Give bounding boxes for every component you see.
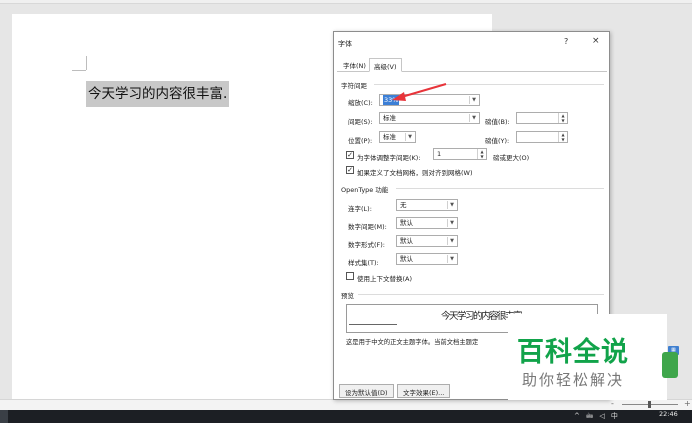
assistant-badge-icon[interactable] — [662, 352, 678, 378]
tab-advanced[interactable]: 高级(V) — [369, 58, 402, 72]
watermark-logo: 百科全说 助你轻松解决 — [508, 314, 667, 400]
watermark-subtitle: 助你轻松解决 — [522, 371, 625, 389]
watermark-title: 百科全说 — [517, 337, 629, 368]
